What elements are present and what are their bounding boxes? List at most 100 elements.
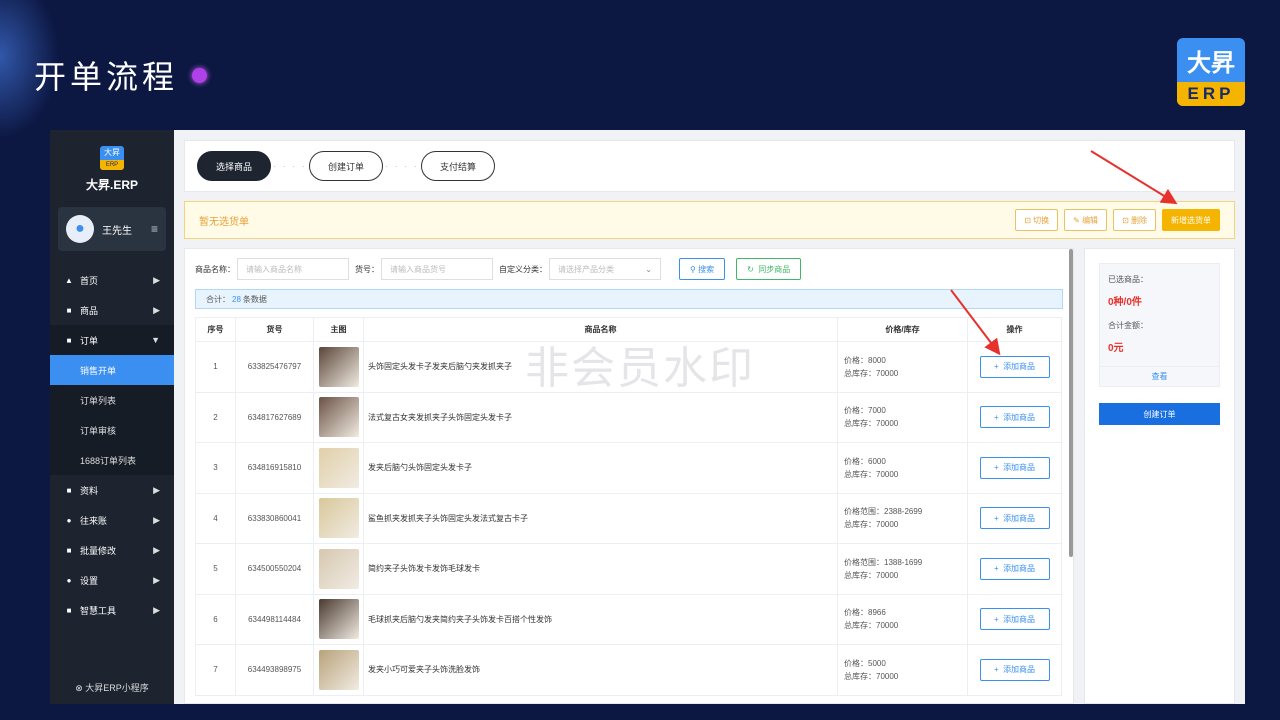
product-thumbnail[interactable]	[318, 397, 359, 438]
product-thumbnail[interactable]	[318, 599, 359, 640]
row-action-cell: + 添加商品	[967, 391, 1062, 443]
sidebar-footer[interactable]: ⊗ 大昇ERP小程序	[50, 681, 174, 694]
row-image-cell	[313, 391, 364, 443]
product-thumbnail[interactable]	[318, 649, 359, 690]
category-select[interactable]: 请选择产品分类 ⌄	[549, 258, 661, 280]
sidebar-subitem-order-list[interactable]: 订单列表	[50, 385, 174, 415]
sidebar-item-label: 商品	[80, 305, 99, 316]
row-action-cell: + 添加商品	[967, 492, 1062, 544]
row-image-cell	[313, 543, 364, 595]
sku-search-input[interactable]: 请输入商品货号	[381, 258, 493, 280]
row-price: 价格：5000	[844, 658, 886, 668]
sidebar-item-home[interactable]: ▲ 首页 ▶	[50, 265, 174, 295]
add-goods-button[interactable]: + 添加商品	[979, 406, 1050, 429]
sidebar-logo: 大昇 ERP	[100, 146, 124, 170]
scrollbar[interactable]	[1069, 249, 1073, 557]
delete-button[interactable]: ⊡ 删除	[1113, 209, 1156, 231]
row-price: 价格：8966	[844, 608, 886, 618]
row-index: 5	[195, 543, 236, 595]
sidebar-item-label: 订单	[80, 335, 99, 346]
create-order-button[interactable]: 创建订单	[1099, 403, 1220, 425]
row-index: 6	[195, 593, 236, 645]
add-goods-button[interactable]: + 添加商品	[979, 608, 1050, 631]
chevron-right-icon: ▶	[153, 304, 160, 315]
table-row: 2 634817627689 法式复古女夹发抓夹子头饰固定头发卡子 价格：700…	[195, 391, 1062, 443]
tools-icon: ■	[66, 605, 72, 615]
row-index: 7	[195, 644, 236, 696]
add-goods-button[interactable]: + 添加商品	[979, 456, 1050, 479]
name-search-input[interactable]: 请输入商品名称	[237, 258, 349, 280]
row-name: 发夹后脑勺头饰固定头发卡子	[363, 442, 838, 494]
product-thumbnail[interactable]	[318, 447, 359, 488]
user-name: 王先生	[102, 225, 132, 237]
brand-logo: 大昇 ERP	[1177, 38, 1245, 106]
add-goods-button-label: 添加商品	[1003, 362, 1036, 372]
sidebar-item-order[interactable]: ■ 订单 ▼	[50, 325, 174, 355]
product-thumbnail[interactable]	[318, 548, 359, 589]
row-price: 价格范围：2388-2699	[844, 507, 923, 517]
step-payment[interactable]: 支付结算	[421, 151, 496, 181]
row-name: 鲨鱼抓夹发抓夹子头饰固定头发法式复古卡子	[363, 492, 838, 544]
total-count: 28	[232, 294, 241, 304]
row-sku: 634500550204	[235, 543, 314, 595]
product-thumbnail[interactable]	[318, 498, 359, 539]
search-button-label: 搜索	[698, 264, 715, 274]
main-content: 选择商品 · · · · 创建订单 · · · · 支付结算 暂无选货单 ⊡ 切…	[174, 130, 1245, 704]
row-stock: 总库存：70000	[844, 671, 899, 681]
chevron-right-icon: ▶	[153, 544, 160, 555]
table-row: 7 634493898975 发夹小巧可爱夹子头饰洗脸发饰 价格：5000 总库…	[195, 644, 1062, 696]
add-selection-list-button[interactable]: 新增选货单	[1162, 209, 1220, 231]
title-dot-icon	[192, 67, 208, 83]
table-row: 6 634498114484 毛球抓夹后脑勺发夹简约夹子头饰发卡百搭个性发饰 价…	[195, 593, 1062, 645]
view-link[interactable]: 查看	[1100, 366, 1219, 386]
hamburger-menu-icon[interactable]: ≡	[151, 222, 158, 236]
step-create-order[interactable]: 创建订单	[309, 151, 384, 181]
edit-button[interactable]: ✎ 编辑	[1064, 209, 1108, 231]
sidebar-item-tools[interactable]: ■ 智慧工具 ▶	[50, 595, 174, 625]
sidebar-item-accounts[interactable]: ● 往来账 ▶	[50, 505, 174, 535]
refresh-icon: ↻	[747, 264, 759, 274]
row-image-cell	[313, 341, 364, 393]
sidebar-subitem-1688-orders[interactable]: 1688订单列表	[50, 445, 174, 475]
search-button[interactable]: ⚲ 搜索	[679, 258, 726, 280]
row-sku: 634817627689	[235, 391, 314, 443]
total-count-bar: 合计： 28 条数据	[195, 289, 1063, 309]
sidebar-subitem-sales-order[interactable]: 销售开单	[50, 355, 174, 385]
row-name: 法式复古女夹发抓夹子头饰固定头发卡子	[363, 391, 838, 443]
sidebar-item-settings[interactable]: ● 设置 ▶	[50, 565, 174, 595]
step-select-goods[interactable]: 选择商品	[197, 151, 272, 181]
plus-icon: +	[993, 665, 1004, 675]
row-price-stock: 价格：8000 总库存：70000	[837, 341, 968, 393]
search-icon: ⚲	[690, 264, 699, 274]
order-summary-panel: 已选商品： 0种/0件 合计金额： 0元 查看 创建订单	[1084, 248, 1235, 704]
selection-notice-bar: 暂无选货单 ⊡ 切换 ✎ 编辑 ⊡ 删除 新增选货单	[184, 201, 1235, 239]
plus-icon: +	[993, 564, 1004, 574]
user-card[interactable]: ● 王先生 ≡	[58, 207, 166, 251]
add-goods-button[interactable]: + 添加商品	[979, 557, 1050, 580]
row-sku: 633825476797	[235, 341, 314, 393]
sync-goods-button[interactable]: ↻ 同步商品	[736, 258, 802, 280]
batch-icon: ■	[66, 545, 72, 555]
switch-icon: ⊡	[1024, 215, 1034, 225]
switch-button[interactable]: ⊡ 切换	[1015, 209, 1059, 231]
sidebar-menu: ▲ 首页 ▶ ■ 商品 ▶ ■ 订单 ▼ 销售开单 订单列表 订单审核 1688…	[50, 265, 174, 625]
add-goods-button[interactable]: + 添加商品	[979, 507, 1050, 530]
row-action-cell: + 添加商品	[967, 644, 1062, 696]
sidebar-item-goods[interactable]: ■ 商品 ▶	[50, 295, 174, 325]
chevron-right-icon: ▶	[153, 514, 160, 525]
add-goods-button[interactable]: + 添加商品	[979, 355, 1050, 378]
row-sku: 633830860041	[235, 492, 314, 544]
row-action-cell: + 添加商品	[967, 341, 1062, 393]
sidebar-item-data[interactable]: ■ 资料 ▶	[50, 475, 174, 505]
chevron-down-icon: ▼	[151, 335, 160, 345]
row-price: 价格：8000	[844, 355, 886, 365]
product-thumbnail[interactable]	[318, 346, 359, 387]
row-image-cell	[313, 593, 364, 645]
row-name: 发夹小巧可爱夹子头饰洗脸发饰	[363, 644, 838, 696]
switch-button-label: 切换	[1033, 215, 1050, 225]
selected-goods-value: 0种/0件	[1108, 297, 1142, 308]
sidebar-subitem-order-review[interactable]: 订单审核	[50, 415, 174, 445]
sidebar-item-batch-edit[interactable]: ■ 批量修改 ▶	[50, 535, 174, 565]
add-goods-button[interactable]: + 添加商品	[979, 658, 1050, 681]
total-prefix: 合计：	[206, 294, 230, 304]
